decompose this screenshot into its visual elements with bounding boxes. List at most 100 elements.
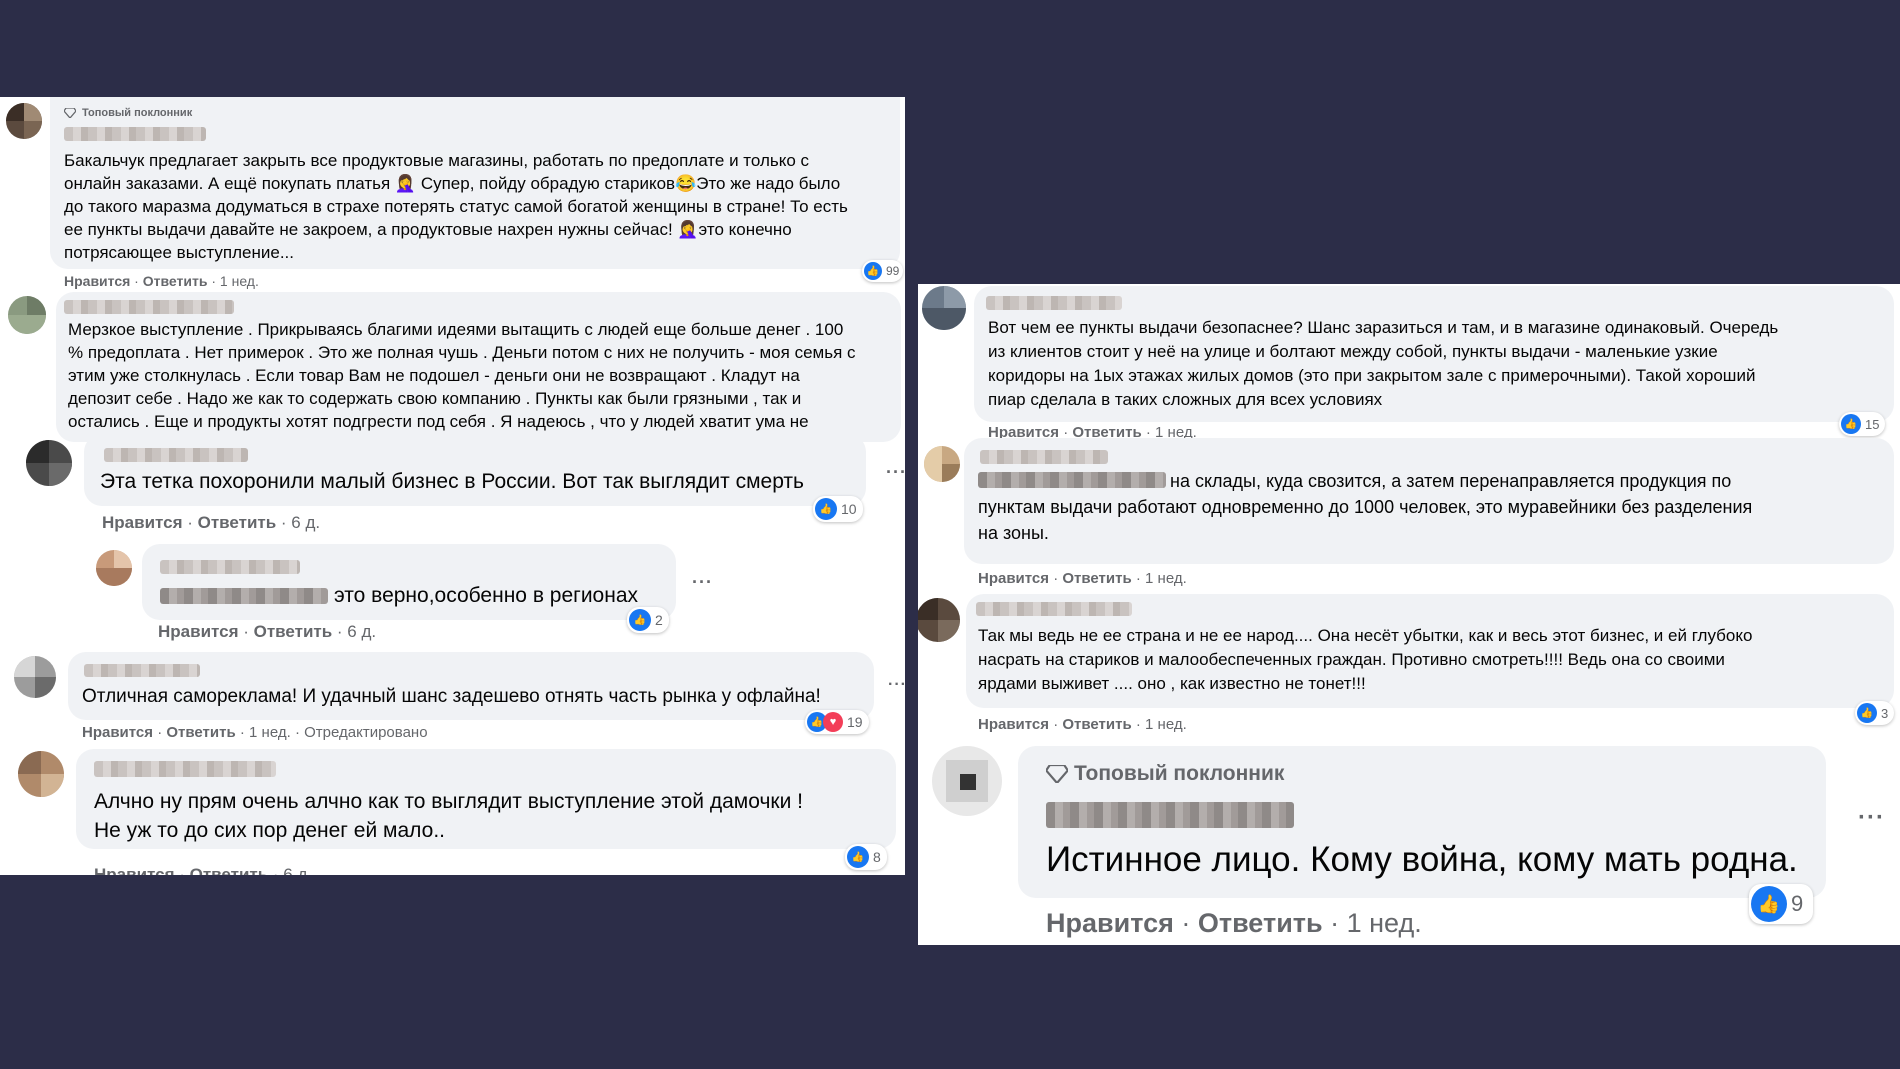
avatar[interactable] (8, 296, 46, 334)
comment-actions: Нравится · Ответить · 6 д. (94, 865, 312, 875)
commenter-name[interactable] (64, 300, 234, 314)
comment-3: Эта тетка похоронили малый бизнес в Росс… (0, 432, 905, 542)
like-link[interactable]: Нравится (64, 273, 130, 289)
comment-2: Мерзкое выступление . Прикрываясь благим… (0, 292, 905, 442)
comment-5: Отличная самореклама! И удачный шанс зад… (0, 650, 905, 745)
comment-bubble (142, 544, 676, 620)
reply-link[interactable]: Ответить (166, 724, 235, 741)
timestamp[interactable]: 6 д. (291, 513, 320, 532)
comment-actions: Нравится · Ответить · 1 нед. · Отредакти… (82, 724, 428, 741)
comment-actions: Нравится · Ответить · 6 д. (102, 513, 321, 532)
avatar[interactable] (918, 598, 960, 642)
badge-label: Топовый поклонник (1074, 762, 1285, 785)
reaction-count[interactable]: 👍 2 (627, 607, 669, 633)
thumbs-up-icon: 👍 (1841, 414, 1861, 434)
comment-r1: Вот чем ее пункты выдачи безопаснее? Шан… (918, 284, 1900, 444)
comment-r2: на склады, куда свозится, а затем перена… (918, 438, 1900, 594)
comment-r3: Так мы ведь не ее страна и не ее народ..… (918, 594, 1900, 744)
avatar[interactable] (6, 103, 42, 139)
more-options-icon[interactable]: ··· (1858, 804, 1885, 832)
like-link[interactable]: Нравится (82, 724, 153, 741)
tagged-user[interactable] (160, 588, 328, 604)
reply-link[interactable]: Ответить (190, 865, 269, 875)
timestamp[interactable]: 1 нед. (220, 273, 259, 289)
like-link[interactable]: Нравится (978, 570, 1049, 587)
avatar[interactable] (96, 550, 132, 586)
reply-link[interactable]: Ответить (1062, 716, 1131, 733)
reaction-count[interactable]: 👍 15 (1839, 412, 1886, 436)
comment-text: Алчно ну прям очень алчно как то выгляди… (94, 790, 803, 842)
left-comments-panel: Топовый поклонник Бакальчук предлагает з… (0, 97, 905, 875)
like-link[interactable]: Нравится (1046, 908, 1174, 938)
comment-4-reply: это верно,особенно в регионах ··· 👍 2 Нр… (0, 542, 905, 650)
commenter-name[interactable] (104, 448, 248, 462)
reply-link[interactable]: Ответить (1062, 570, 1131, 587)
like-link[interactable]: Нравится (102, 513, 183, 532)
thumbs-up-icon: 👍 (1751, 886, 1787, 922)
comment-text: Бакальчук предлагает закрыть все продукт… (64, 151, 848, 262)
diamond-badge-icon (1046, 765, 1068, 783)
thumbs-up-icon: 👍 (864, 262, 882, 280)
timestamp[interactable]: 6 д. (347, 622, 376, 641)
like-link[interactable]: Нравится (158, 622, 239, 641)
comment-text: Эта тетка похоронили малый бизнес в Росс… (100, 470, 804, 493)
badge-label: Топовый поклонник (82, 107, 193, 119)
top-fan-badge: Топовый поклонник (64, 107, 192, 119)
reaction-count[interactable]: 👍 9 (1749, 884, 1814, 924)
thumbs-up-icon: 👍 (629, 609, 651, 631)
commenter-name[interactable] (1046, 802, 1294, 828)
commenter-name[interactable] (84, 664, 200, 677)
comment-actions: Нравится · Ответить · 1 нед. (978, 570, 1187, 587)
reply-link[interactable]: Ответить (254, 622, 333, 641)
commenter-name[interactable] (980, 450, 1108, 464)
top-fan-badge: Топовый поклонник (1046, 762, 1284, 786)
comment-text: Отличная самореклама! И удачный шанс зад… (82, 686, 821, 707)
timestamp[interactable]: 1 нед. (1145, 570, 1187, 587)
comment-actions: Нравится · Ответить · 1 нед. (1046, 908, 1422, 938)
commenter-name[interactable] (160, 560, 300, 574)
edited-label[interactable]: Отредактировано (304, 724, 427, 741)
reply-link[interactable]: Ответить (1198, 908, 1323, 938)
like-link[interactable]: Нравится (978, 716, 1049, 733)
avatar[interactable] (26, 440, 72, 486)
comment-text: это верно,особенно в регионах (334, 584, 639, 607)
avatar[interactable] (932, 746, 1002, 816)
reaction-count[interactable]: 👍 99 (862, 260, 904, 282)
reply-link[interactable]: Ответить (143, 273, 208, 289)
more-options-icon[interactable]: ··· (692, 572, 713, 593)
comment-text: Истинное лицо. Кому война, кому мать род… (1046, 840, 1798, 879)
timestamp[interactable]: 1 нед. (1347, 908, 1422, 938)
more-options-icon[interactable]: ··· (888, 676, 905, 694)
commenter-name[interactable] (94, 761, 276, 777)
reaction-count[interactable]: 👍 3 (1855, 701, 1895, 725)
comment-text: Так мы ведь не ее страна и не ее народ..… (978, 626, 1753, 693)
like-link[interactable]: Нравится (94, 865, 175, 875)
more-options-icon[interactable]: ··· (886, 462, 905, 483)
reaction-count[interactable]: 👍 10 (813, 496, 863, 522)
right-comments-panel: Вот чем ее пункты выдачи безопаснее? Шан… (918, 284, 1900, 945)
thumbs-up-icon: 👍 (847, 846, 869, 868)
avatar[interactable] (18, 751, 64, 797)
commenter-name[interactable] (986, 296, 1122, 310)
avatar[interactable] (924, 446, 960, 482)
reply-link[interactable]: Ответить (198, 513, 277, 532)
comment-actions: Нравится · Ответить · 1 нед. (64, 273, 259, 289)
heart-icon: ♥ (823, 712, 843, 732)
comment-actions: Нравится · Ответить · 6 д. (158, 622, 377, 641)
reaction-count[interactable]: 👍 ♥ 19 (805, 710, 869, 734)
commenter-name[interactable] (976, 602, 1132, 616)
diamond-badge-icon (64, 108, 76, 118)
avatar[interactable] (14, 656, 56, 698)
thumbs-up-icon: 👍 (1857, 703, 1877, 723)
reaction-count[interactable]: 👍 8 (845, 844, 887, 870)
timestamp[interactable]: 6 д. (283, 865, 312, 875)
comment-text: Вот чем ее пункты выдачи безопаснее? Шан… (988, 318, 1779, 409)
comment-r4: Топовый поклонник Истинное лицо. Кому во… (918, 744, 1900, 945)
thumbs-up-icon: 👍 (815, 498, 837, 520)
comment-1: Топовый поклонник Бакальчук предлагает з… (0, 97, 905, 292)
comment-actions: Нравится · Ответить · 1 нед. (978, 716, 1187, 733)
commenter-name[interactable] (64, 127, 206, 141)
avatar[interactable] (922, 286, 966, 330)
timestamp[interactable]: 1 нед. (1145, 716, 1187, 733)
timestamp[interactable]: 1 нед. (249, 724, 291, 741)
